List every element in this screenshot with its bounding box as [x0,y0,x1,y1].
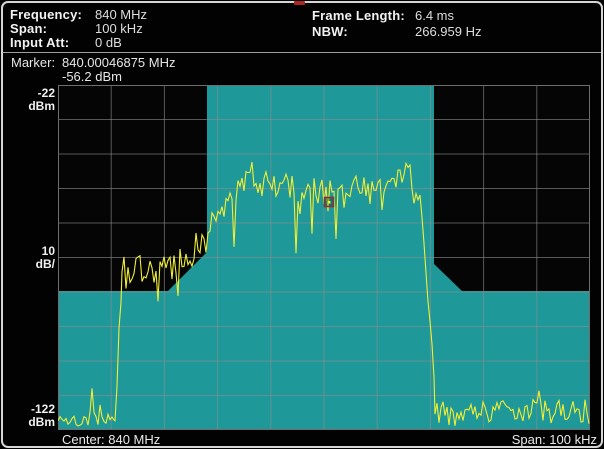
nbw-value: 266.959 Hz [415,24,482,39]
spectrum-plot [58,85,590,430]
header-left-values: 840 MHz 100 kHz 0 dB [95,8,147,50]
header-right-column: Frame Length: NBW: [312,8,405,40]
span-value: 100 kHz [95,21,143,36]
center-frequency-annotation: Center: 840 MHz [62,433,160,446]
span-annotation: Span: 100 kHz [512,433,597,446]
header-separator [3,52,601,53]
marker-readout: Marker: [11,56,55,69]
y-axis-bottom-label: -122dBm [3,403,55,429]
spectrum-analyzer-screen: Frequency: Span: Input Att: 840 MHz 100 … [0,0,604,449]
span-label: Span: [10,21,47,36]
frequency-label: Frequency: [10,7,82,22]
input-att-label: Input Att: [10,35,69,50]
nbw-label: NBW: [312,24,348,39]
frequency-value: 840 MHz [95,7,147,22]
header-right-values: 6.4 ms 266.959 Hz [415,8,482,40]
frame-length-value: 6.4 ms [415,8,454,23]
header-left-column: Frequency: Span: Input Att: [10,8,82,50]
marker-amplitude: -56.2 dBm [62,70,122,83]
y-axis-scale-label: 10dB/ [3,245,55,271]
marker-label: Marker: [11,55,55,70]
input-att-value: 0 dB [95,35,122,50]
y-axis-top-label: -22dBm [3,87,55,113]
trace-marker-dot [328,201,331,204]
top-border-red-tick [294,1,305,5]
frame-length-label: Frame Length: [312,8,405,23]
marker-frequency: 840.00046875 MHz [62,56,175,69]
